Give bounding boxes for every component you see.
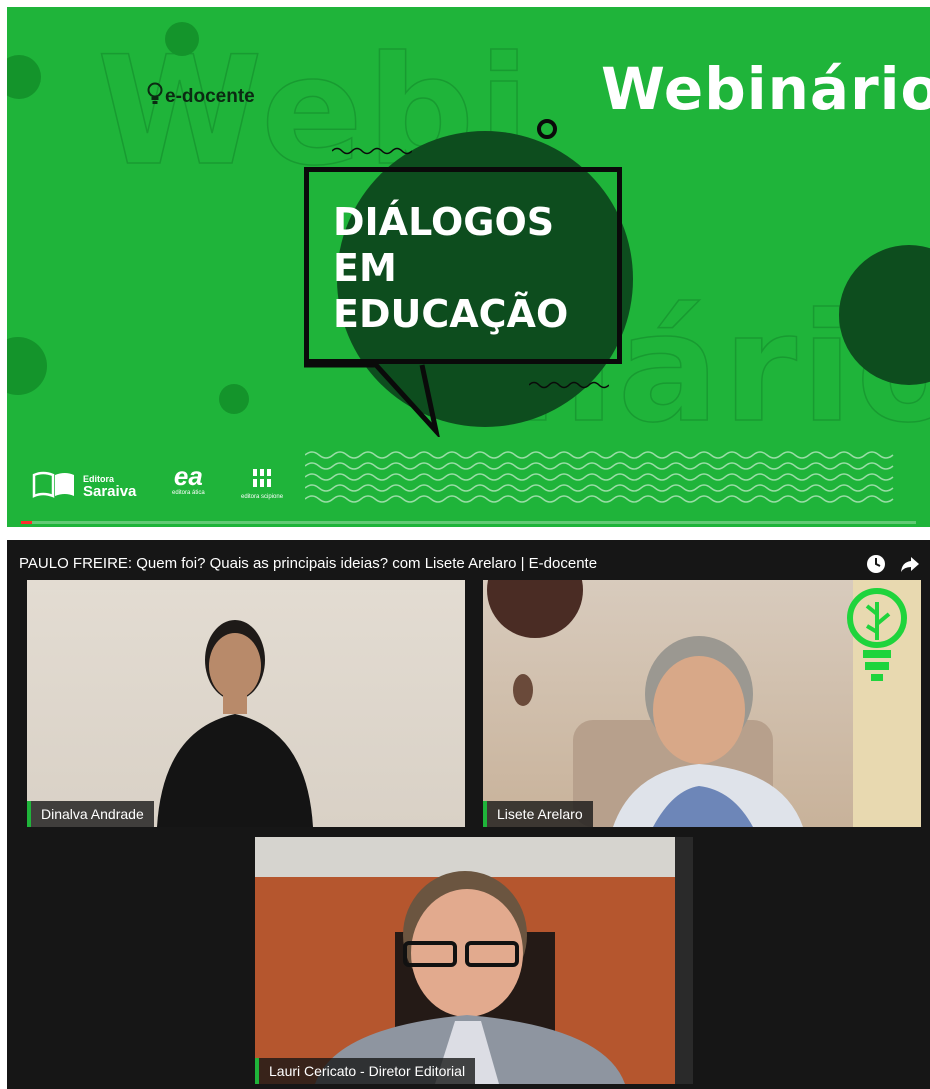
- clock-icon[interactable]: [865, 553, 887, 575]
- event-title-line: DIÁLOGOS: [333, 200, 555, 244]
- brand-logo: e-docente: [147, 82, 255, 112]
- video-title[interactable]: PAULO FREIRE: Quem foi? Quais as princip…: [19, 555, 597, 572]
- lightbulb-icon: [147, 82, 163, 112]
- lightbulb-icon: [845, 584, 909, 693]
- event-title-line: EDUCAÇÃO: [333, 292, 569, 336]
- publisher-scipione: editora scipione: [241, 467, 283, 500]
- publisher-atica: ea editora ática: [172, 462, 205, 496]
- brand-name: e-docente: [165, 86, 255, 107]
- squiggle-decoration: [529, 381, 609, 389]
- decor-dot: [165, 22, 199, 56]
- webinar-label: Webinário: [601, 55, 930, 123]
- decor-dot: [7, 337, 47, 395]
- participant-name-tag: Dinalva Andrade: [27, 801, 154, 827]
- publisher-saraiva: Editora Saraiva: [31, 469, 136, 504]
- participant-tile-lisete[interactable]: Lisete Arelaro: [483, 580, 921, 827]
- publisher-atica-name: editora ática: [172, 490, 205, 496]
- event-title-line: EM: [333, 246, 397, 290]
- publisher-saraiva-name: Saraiva: [83, 482, 137, 500]
- participant-video: [255, 837, 693, 1084]
- wavy-lines-decoration: [305, 451, 894, 503]
- scipione-mark: [253, 469, 272, 487]
- share-icon[interactable]: [899, 553, 921, 575]
- decor-dot: [7, 55, 41, 99]
- ring-decoration: [537, 119, 557, 139]
- participant-name-tag: Lisete Arelaro: [483, 801, 593, 827]
- participant-video: [157, 620, 313, 827]
- publisher-atica-mark: ea: [173, 461, 203, 491]
- participant-name-tag: Lauri Cericato - Diretor Editorial: [255, 1058, 476, 1084]
- event-title: DIÁLOGOS EM EDUCAÇÃO: [333, 199, 568, 337]
- decor-dot: [219, 384, 249, 414]
- participant-tile-lauri[interactable]: Lauri Cericato - Diretor Editorial: [255, 837, 693, 1084]
- speech-bubble-tail: [304, 357, 440, 437]
- squiggle-decoration: [332, 147, 412, 155]
- webinar-title-card: Webi nário e-docente Webinário DIÁLOGOS …: [7, 7, 930, 527]
- publisher-scipione-name: editora scipione: [241, 494, 284, 500]
- video-call-panel: PAULO FREIRE: Quem foi? Quais as princip…: [7, 540, 930, 1089]
- open-book-icon: [31, 469, 77, 504]
- video-progress-bar[interactable]: [21, 521, 916, 524]
- participant-tile-dinalva[interactable]: Dinalva Andrade: [27, 580, 465, 827]
- video-progress-fill: [21, 521, 32, 524]
